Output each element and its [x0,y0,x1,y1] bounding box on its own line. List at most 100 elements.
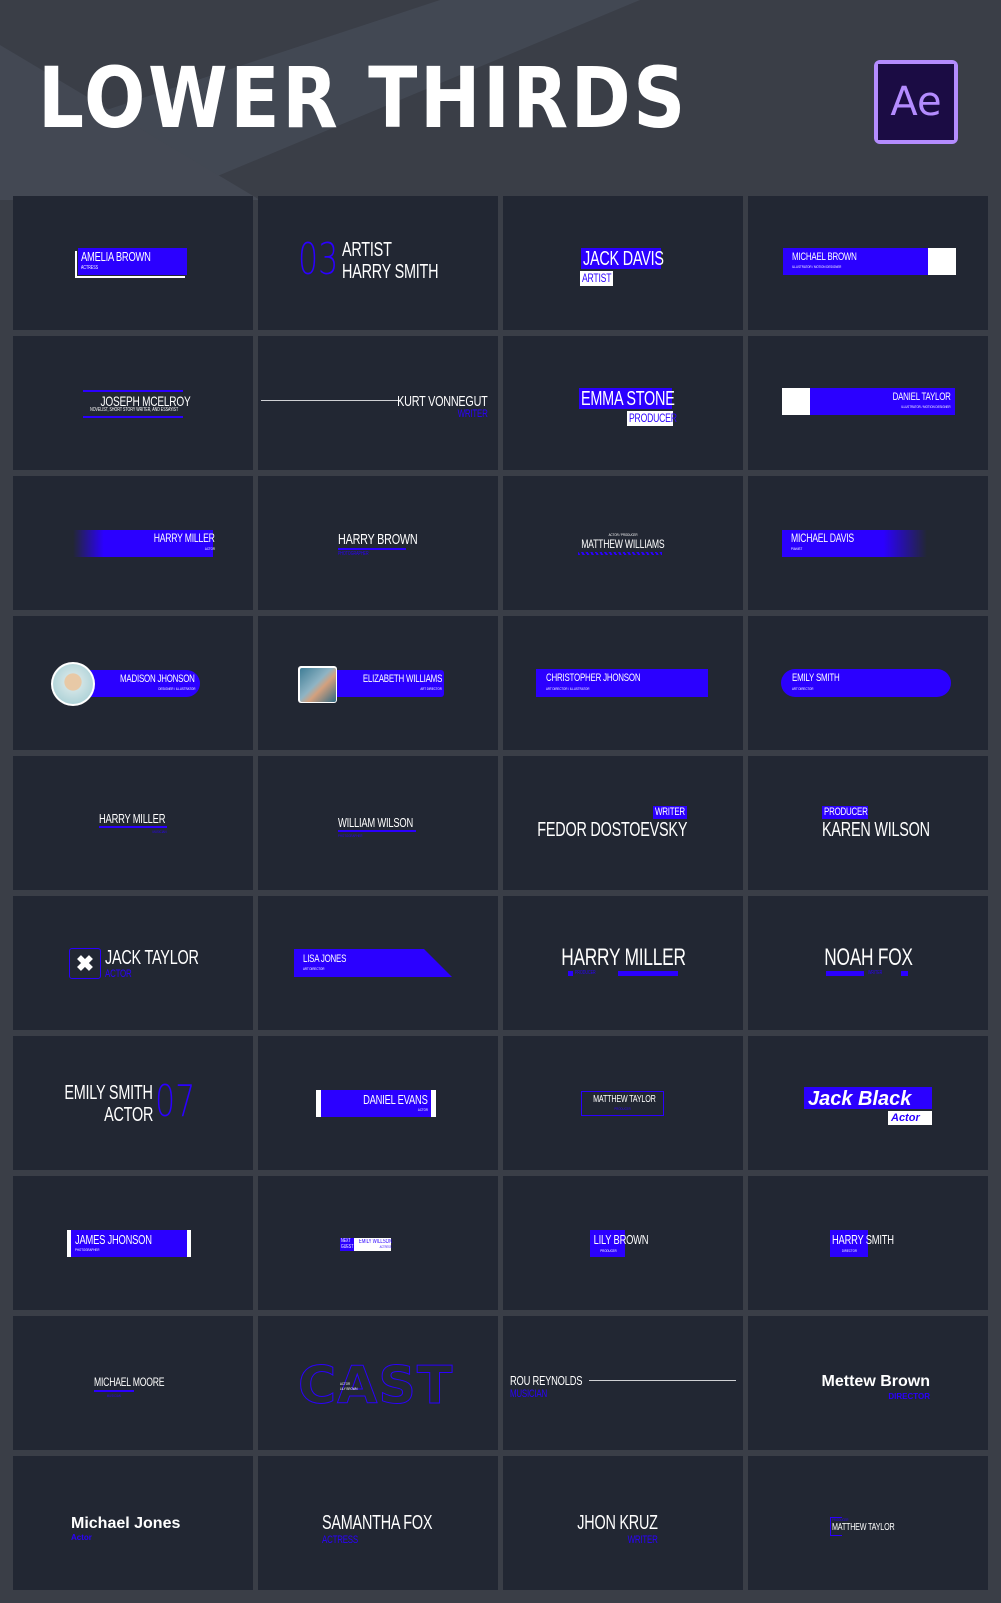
template-tile[interactable]: SAMANTHA FOX ACTRESS [258,1456,498,1590]
person-role: DESIGNER / ILLUSTRATOR [157,686,195,691]
person-role: WRITER [868,970,883,976]
person-role: PIANIST [791,546,803,551]
template-tile[interactable]: CAST ACTOR LILY BROWN [258,1316,498,1450]
template-tile[interactable]: HARRY BROWN PHOTOGRAPHER [258,476,498,610]
person-name: JHON KRUZ [577,1512,659,1534]
person-name: Michael Jones [71,1515,181,1532]
person-role: DIRECTOR [841,1248,857,1253]
hatched-line [578,552,662,555]
template-tile[interactable]: PRODUCER KAREN WILSON [748,756,988,890]
person-name: MATTHEW TAYLOR [832,1522,895,1533]
person-name: HARRY MILLER [99,811,166,826]
person-role: MUSICIAN [152,829,167,834]
close-x-icon: ✖ [69,948,101,979]
person-role: WRITER [628,1534,658,1546]
person-role: NOVELIST, SHORT STORY WRITER, AND ESSAYI… [90,407,179,413]
template-tile[interactable]: MICHAEL MOORE MUSICIAN [13,1316,253,1450]
person-name: JOSEPH MCELROY [100,393,191,409]
template-tile[interactable]: LILY BROWN PRODUCER [503,1176,743,1310]
template-tile[interactable]: HARRY MILLER MUSICIAN [13,756,253,890]
person-name: EMMA STONE [581,388,675,410]
underline [338,830,416,832]
template-tile[interactable]: DANIEL TAYLOR ILLUSTRATOR / MOTION DESIG… [748,336,988,470]
template-tile[interactable]: JAMES JHONSON PHOTOGRAPHER [13,1176,253,1310]
template-tile[interactable]: DANIEL EVANS ACTOR [258,1036,498,1170]
template-tile[interactable]: JHON KRUZ WRITER [503,1456,743,1590]
template-tile[interactable]: KURT VONNEGUT WRITER [258,336,498,470]
person-name: EMILY SMITH [792,672,840,684]
accent-bar [618,971,678,976]
template-tile[interactable]: NEXT GUEST EMILY WILLSON ACTRESS [258,1176,498,1310]
person-name: JAMES JHONSON [75,1232,152,1247]
template-tile[interactable]: EMILY SMITH ART DIRECTOR [748,616,988,750]
template-tile[interactable]: ✖ JACK TAYLOR ACTOR [13,896,253,1030]
ae-badge-text: Ae [878,64,954,140]
template-tile[interactable]: EMMA STONE PRODUCER [503,336,743,470]
person-name: HARRY MILLER [154,531,215,545]
person-name: MICHAEL BROWN [792,251,857,263]
person-name: AMELIA BROWN [81,249,151,264]
person-role: ART DIRECTOR / ILLUSTRATOR [546,686,590,691]
person-role: Actor [891,1112,920,1124]
person-name: CHRISTOPHER JHONSON [546,672,641,684]
template-tile[interactable]: JACK DAVIS ARTIST [503,196,743,330]
template-tile[interactable]: Michael Jones Actor [13,1456,253,1590]
template-tile[interactable]: MICHAEL DAVIS PIANIST [748,476,988,610]
avatar [51,662,95,706]
person-name: LILY BROWN [340,1386,358,1391]
template-tile[interactable]: JOSEPH MCELROY NOVELIST, SHORT STORY WRI… [13,336,253,470]
person-role: ART DIRECTOR [303,966,325,971]
person-name: DANIEL TAYLOR [892,391,951,403]
person-role: ILLUSTRATOR / MOTION DESIGNER [792,264,842,269]
template-tile[interactable]: MICHAEL BROWN ILLUSTRATOR / MOTION DESIG… [748,196,988,330]
template-tile[interactable]: HARRY SMITH DIRECTOR [748,1176,988,1310]
person-role: ACTOR [103,1104,153,1126]
template-tile[interactable]: PRODUCER MATTHEW TAYLOR [748,1456,988,1590]
person-role: Actor [71,1533,92,1542]
template-tile[interactable]: ELIZABETH WILLIAMS ART DIRECTOR [258,616,498,750]
template-tile[interactable]: AMELIA BROWN ACTRESS [13,196,253,330]
person-name: EMILY SMITH [64,1082,154,1104]
person-role: PRODUCER [575,970,596,976]
template-tile[interactable]: Mettew Brown DIRECTOR [748,1316,988,1450]
person-role: ARTIST [582,271,612,285]
number-label: 07 [155,1076,196,1127]
person-role: PRODUCER [824,806,868,818]
person-name: ROU REYNOLDS [510,1373,583,1388]
person-name: JACK DAVIS [583,248,664,270]
template-tile[interactable]: WRITER FEDOR DOSTOEVSKY [503,756,743,890]
person-role: ILLUSTRATOR / MOTION DESIGNER [901,404,951,409]
template-tile[interactable]: MATTHEW TAYLOR PRODUCER [503,1036,743,1170]
person-role: ART DIRECTOR [792,686,814,691]
after-effects-logo-icon: Ae [874,60,958,144]
template-tile[interactable]: Jack Black Actor [748,1036,988,1170]
person-name: HARRY MILLER [560,944,686,971]
person-role: MUSICIAN [106,1393,122,1398]
person-role: PRODUCER [629,411,677,425]
person-name: LISA JONES [303,953,347,965]
template-tile[interactable]: HARRY MILLER ACTOR [13,476,253,610]
template-tile[interactable]: 03 ARTIST HARRY SMITH [258,196,498,330]
bottom-line [83,416,183,418]
template-tile[interactable]: CHRISTOPHER JHONSON ART DIRECTOR / ILLUS… [503,616,743,750]
template-tile[interactable]: HARRY MILLER PRODUCER [503,896,743,1030]
template-tile[interactable]: ROU REYNOLDS MUSICIAN [503,1316,743,1450]
divider-line [589,1380,736,1381]
template-tile[interactable]: MADISON JHONSON DESIGNER / ILLUSTRATOR [13,616,253,750]
person-name: DANIEL EVANS [363,1092,428,1107]
person-role: ACTRESS [380,1245,392,1249]
white-block [928,248,956,275]
accent-bar [826,971,864,976]
template-tile[interactable]: NOAH FOX WRITER [748,896,988,1030]
person-name: SAMANTHA FOX [322,1512,433,1534]
person-role: ACTOR [105,968,132,980]
person-name: ELIZABETH WILLIAMS [362,673,443,685]
person-name: HARRY SMITH [832,1232,894,1247]
person-name: KAREN WILSON [822,819,930,841]
template-tile[interactable]: WILLIAM WILSON PHOTOGRAPHER [258,756,498,890]
template-tile[interactable]: ACTOR / PRODUCER MATTHEW WILLIAMS [503,476,743,610]
person-name: HARRY BROWN [338,531,418,548]
template-tile[interactable]: EMILY SMITH ACTOR 07 [13,1036,253,1170]
underline [338,548,406,550]
template-tile[interactable]: LISA JONES ART DIRECTOR [258,896,498,1030]
